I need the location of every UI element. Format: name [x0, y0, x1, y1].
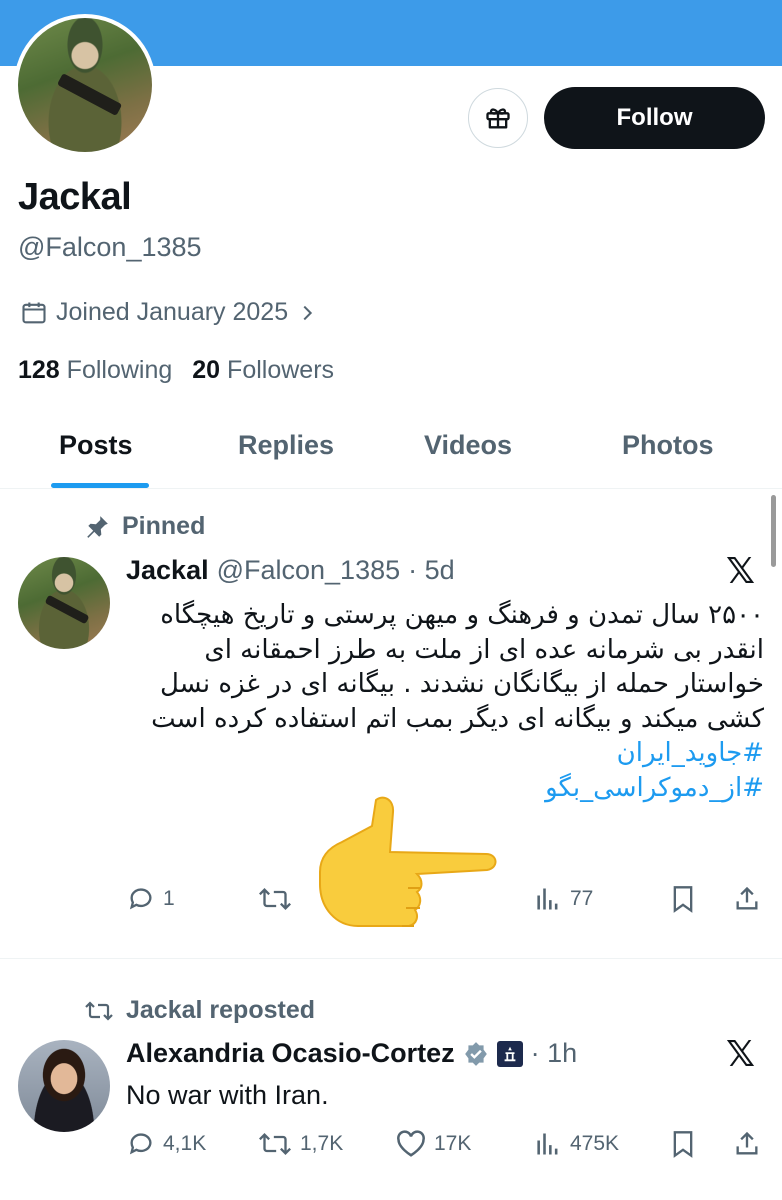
followers-count: 20 [192, 356, 221, 384]
tweet-header: Alexandria Ocasio-Cortez · 1h [126, 1038, 577, 1069]
views-icon [537, 1133, 558, 1155]
reply-icon [129, 888, 152, 910]
bookmark-icon [673, 1131, 693, 1158]
tweet-text: No war with Iran. [126, 1080, 329, 1110]
tab-posts[interactable]: Posts [59, 430, 133, 461]
profile-tabs: Posts Replies Videos Photos [0, 416, 782, 489]
tweet-author[interactable]: Jackal [126, 555, 209, 586]
heart-icon [397, 1130, 425, 1157]
tweet-author[interactable]: Alexandria Ocasio-Cortez [126, 1038, 455, 1069]
tweet-text: ۲۵۰۰ سال تمدن و فرهنگ و میهن پرستی و تار… [124, 598, 764, 805]
repost-button[interactable] [258, 885, 292, 913]
pinned-label: Pinned [122, 512, 206, 540]
reply-button[interactable]: 4,1K [127, 1130, 206, 1158]
following-link[interactable]: 128 Following [18, 356, 172, 385]
profile-handle: @Falcon_1385 [18, 232, 202, 262]
bookmark-button[interactable] [670, 885, 696, 913]
calendar-icon [22, 302, 46, 323]
repost-button[interactable]: 1,7K [258, 1130, 343, 1158]
views-icon [537, 888, 558, 910]
pointing-hand-emoji [319, 796, 497, 927]
share-icon [736, 886, 758, 910]
tweet-time[interactable]: · 5d [408, 555, 455, 586]
gift-button[interactable] [468, 88, 528, 148]
tweet-header: Jackal @Falcon_1385 · 5d [126, 555, 455, 586]
tweet-time[interactable]: · 1h [531, 1038, 578, 1069]
gift-icon [486, 108, 510, 129]
tweet-avatar[interactable] [18, 557, 110, 649]
reply-button[interactable]: 1 [127, 885, 175, 913]
followers-label: Followers [227, 356, 335, 384]
views-button[interactable]: 77 [534, 885, 593, 913]
hashtag-link[interactable]: #جاوید_ایران [124, 736, 764, 771]
tweet-handle[interactable]: @Falcon_1385 [217, 555, 401, 586]
government-badge-icon [496, 1040, 523, 1067]
repost-indicator: Jackal reposted [84, 996, 315, 1025]
joined-label: Joined January 2025 [56, 298, 289, 326]
joined-date[interactable]: Joined January 2025 [20, 298, 318, 327]
repost-icon [259, 1133, 291, 1155]
pin-icon [87, 515, 108, 538]
profile-name: Jackal [18, 176, 132, 218]
chevron-right-icon [303, 305, 313, 320]
share-button[interactable] [733, 885, 761, 913]
profile-avatar[interactable] [14, 14, 156, 156]
share-button[interactable] [733, 1130, 761, 1158]
tab-videos[interactable]: Videos [424, 430, 512, 461]
share-icon [736, 1131, 758, 1155]
pinned-indicator: Pinned [84, 512, 205, 541]
views-count: 475K [570, 1132, 620, 1155]
bookmark-button[interactable] [670, 1130, 696, 1158]
tweet-avatar[interactable] [18, 1040, 110, 1132]
follow-stats: 128 Following 20 Followers [18, 356, 334, 385]
following-count: 128 [18, 356, 60, 384]
bookmark-icon [673, 886, 693, 913]
like-count: 17K [434, 1132, 472, 1155]
reply-count: 1 [163, 887, 175, 910]
repost-label: Jackal reposted [126, 996, 315, 1024]
repost-icon [259, 888, 291, 910]
x-logo-icon: 𝕏 [726, 1034, 756, 1075]
followers-link[interactable]: 20 Followers [192, 356, 334, 385]
views-count: 77 [570, 887, 594, 910]
scrollbar[interactable] [771, 495, 776, 567]
repost-count: 1,7K [300, 1132, 344, 1155]
views-button[interactable]: 475K [534, 1130, 619, 1158]
tweet-body: ۲۵۰۰ سال تمدن و فرهنگ و میهن پرستی و تار… [151, 600, 764, 734]
verified-badge-icon [464, 1041, 487, 1066]
tweet-divider [0, 958, 782, 959]
follow-button[interactable]: Follow [544, 87, 765, 149]
repost-icon [85, 1000, 113, 1021]
active-tab-indicator [51, 483, 149, 488]
tweet-actions: 4,1K 1,7K 17K 475K [0, 1130, 782, 1170]
reply-icon [129, 1133, 152, 1155]
tab-photos[interactable]: Photos [622, 430, 714, 461]
x-logo-icon: 𝕏 [726, 551, 756, 592]
following-label: Following [66, 356, 173, 384]
tab-replies[interactable]: Replies [238, 430, 334, 461]
like-button[interactable]: 17K [396, 1130, 471, 1158]
reply-count: 4,1K [163, 1132, 207, 1155]
